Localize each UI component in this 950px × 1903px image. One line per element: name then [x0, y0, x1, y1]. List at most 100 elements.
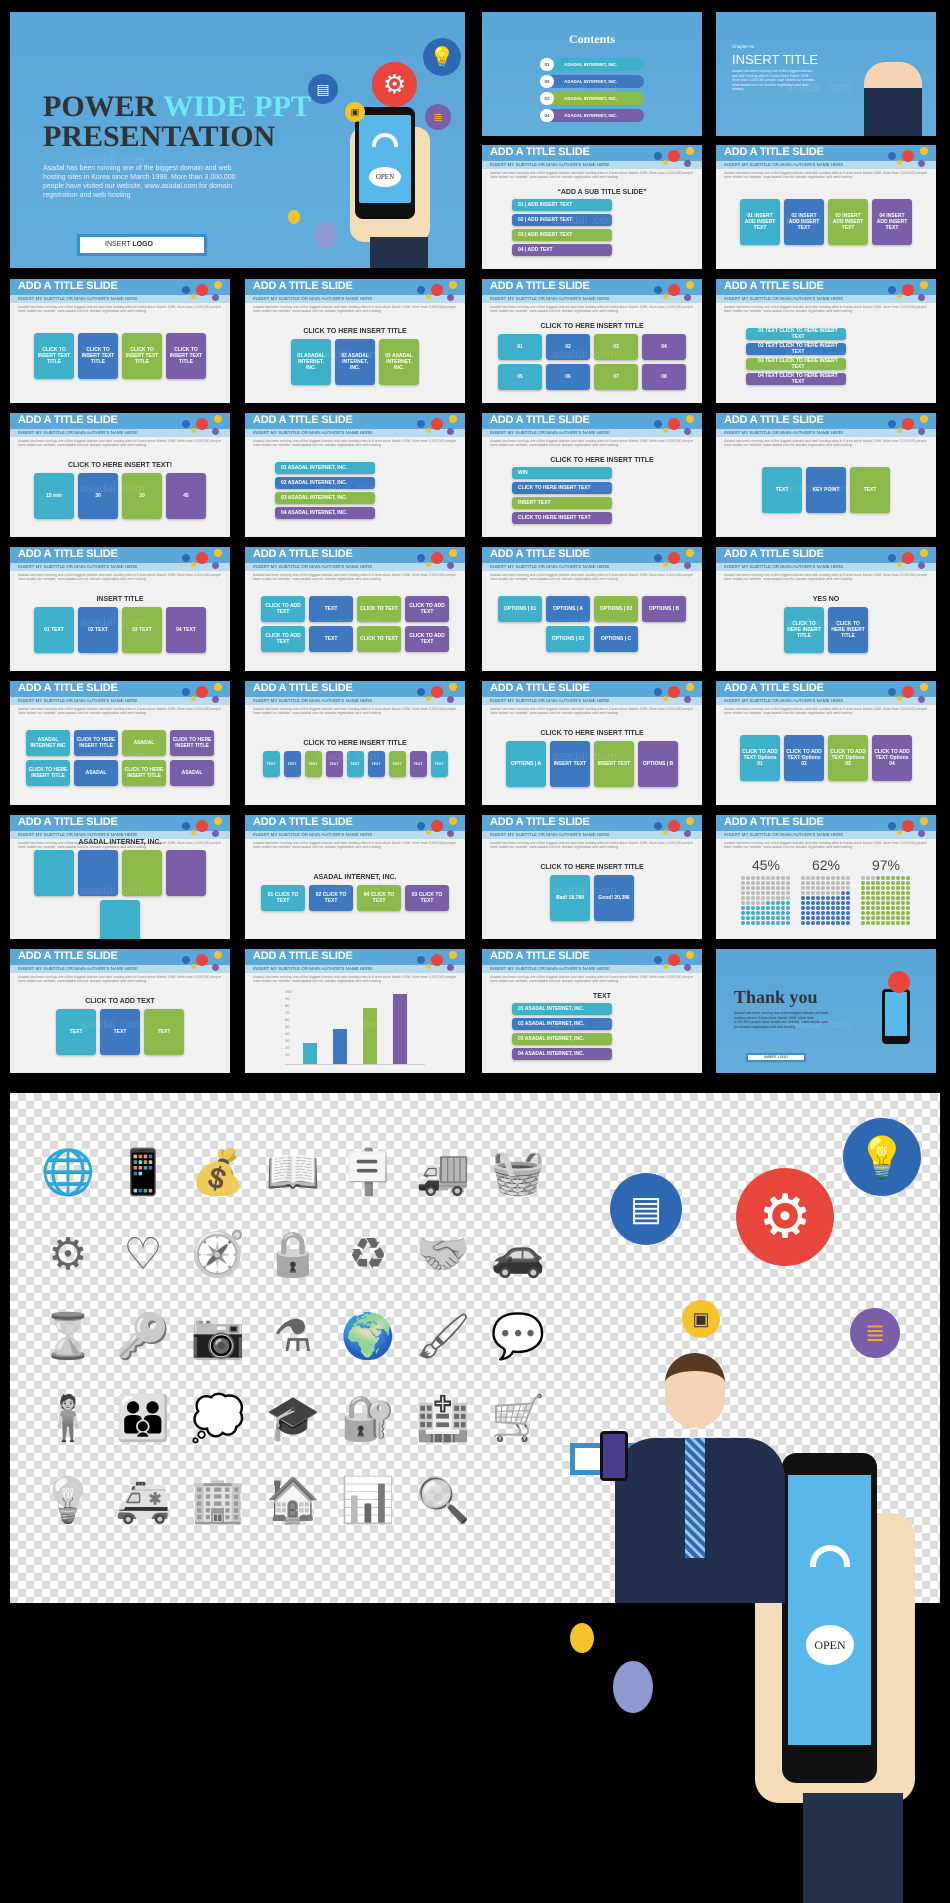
content-item[interactable]: Bad! 18,789 — [550, 874, 590, 921]
content-item[interactable]: 03 ASADAL INTERNET, INC. — [379, 338, 419, 385]
content-item[interactable]: 06 — [546, 363, 590, 390]
content-item[interactable]: 01 — [498, 333, 542, 360]
content-item[interactable]: Good! 20,396 — [594, 874, 634, 921]
content-item[interactable]: 30 — [78, 472, 118, 519]
content-item[interactable]: TEXT — [262, 750, 280, 777]
content-item[interactable]: CLICK TO ADD TEXT Options 03 — [828, 735, 868, 781]
content-item[interactable]: TEXT — [409, 750, 427, 777]
content-slide[interactable]: ADD A TITLE SLIDE INSERT MY SUBTITLE OR M… — [10, 413, 230, 537]
content-item[interactable]: 03 ASADAL INTERNET, INC. — [512, 1032, 612, 1045]
content-item[interactable]: 01 ASADAL INTERNET, INC. — [291, 338, 331, 385]
logo-box[interactable]: INSERT LOGO — [77, 234, 207, 256]
content-item[interactable]: 02 TEXT CLICK TO HERE INSERT TEXT — [746, 342, 846, 355]
content-item[interactable]: CLICK TO HERE INSERT TITLE — [74, 730, 118, 756]
content-item[interactable] — [78, 849, 118, 896]
content-item[interactable]: OPTIONS | 03 — [546, 626, 590, 652]
content-item[interactable]: 04 CLICK TO TEXT — [357, 884, 401, 911]
contents-slide[interactable]: Contents 01 ASADAL INTERNET, INC. 02 ASADAL … — [482, 12, 702, 136]
content-item[interactable]: 03 — [594, 333, 638, 360]
content-item[interactable]: INSERT TEXT — [550, 740, 590, 787]
content-item[interactable]: 01 | ADD INSERT TEXT — [512, 198, 612, 211]
content-item[interactable]: ASADAL INTERNET INC — [26, 730, 70, 756]
content-item[interactable]: TEXT — [850, 467, 890, 513]
contents-item[interactable]: 02 ASADAL INTERNET, INC. — [540, 75, 644, 88]
content-item[interactable]: TEXT — [56, 1008, 96, 1055]
content-item[interactable]: TEXT — [388, 750, 406, 777]
content-item[interactable]: TEXT — [430, 750, 448, 777]
content-item[interactable]: CLICK TO INSERT TEXT TITLE — [122, 333, 162, 379]
content-slide[interactable]: ADD A TITLE SLIDE INSERT MY SUBTITLE OR M… — [10, 815, 230, 939]
content-item[interactable]: 04 — [642, 333, 686, 360]
content-slide[interactable]: ADD A TITLE SLIDE INSERT MY SUBTITLE OR M… — [10, 949, 230, 1073]
content-item[interactable]: TEXT — [346, 750, 364, 777]
content-slide[interactable]: ADD A TITLE SLIDE INSERT MY SUBTITLE OR M… — [10, 279, 230, 403]
content-item[interactable]: 02 — [546, 333, 590, 360]
content-slide[interactable]: ADD A TITLE SLIDE INSERT MY SUBTITLE OR M… — [482, 815, 702, 939]
content-item[interactable] — [34, 849, 74, 896]
content-item[interactable]: ASADAL — [170, 760, 214, 786]
content-slide[interactable]: ADD A TITLE SLIDE INSERT MY SUBTITLE OR M… — [10, 681, 230, 805]
content-item[interactable]: TEXT — [100, 1008, 140, 1055]
content-item[interactable]: 01 ASADAL INTERNET, INC. — [512, 1002, 612, 1015]
content-slide[interactable]: ADD A TITLE SLIDE INSERT MY SUBTITLE OR M… — [245, 279, 465, 403]
content-slide[interactable]: ADD A TITLE SLIDE INSERT MY SUBTITLE OR M… — [245, 815, 465, 939]
content-item[interactable]: CLICK TO ADD TEXT — [405, 626, 449, 652]
content-item[interactable]: TEXT — [309, 596, 353, 622]
content-item[interactable]: TEXT — [762, 467, 802, 513]
content-item[interactable]: CLICK TO HERE INSERT TITLE — [122, 760, 166, 786]
content-slide[interactable]: ADD A TITLE SLIDE INSERT MY SUBTITLE OR M… — [716, 681, 936, 805]
content-item[interactable]: CLICK TO TEXT — [357, 596, 401, 622]
content-item[interactable]: 04 ASADAL INTERNET, INC. — [275, 506, 375, 519]
content-item[interactable]: 15 min — [34, 472, 74, 519]
content-item[interactable]: OPTIONS | 01 — [498, 596, 542, 622]
content-item[interactable]: 03 | ADD INSERT TEXT — [512, 228, 612, 241]
content-item[interactable]: 03 CLICK TO TEXT — [405, 884, 449, 911]
content-item[interactable]: KEY POINT — [806, 467, 846, 513]
content-item[interactable]: 08 — [642, 363, 686, 390]
content-item[interactable]: OPTIONS | C — [594, 626, 638, 652]
content-item[interactable]: INSERT TEXT — [594, 740, 634, 787]
content-item[interactable]: CLICK TO HERE INSERT TITLE — [784, 606, 824, 653]
content-item[interactable]: 03 ASADAL INTERNET, INC. — [275, 491, 375, 504]
content-slide[interactable]: ADD A TITLE SLIDE INSERT MY SUBTITLE OR M… — [716, 145, 936, 269]
content-item[interactable]: CLICK TO INSERT TEXT TITLE — [78, 333, 118, 379]
content-item[interactable]: 01 CLICK TO TEXT — [261, 884, 305, 911]
content-item[interactable]: OPTIONS | B — [642, 596, 686, 622]
content-item[interactable]: 02 | ADD INSERT TEXT — [512, 213, 612, 226]
content-item[interactable]: WIN — [512, 466, 612, 479]
content-item[interactable]: 03 TEXT CLICK TO HERE INSERT TEXT — [746, 357, 846, 370]
content-item[interactable]: 02 ASADAL INTERNET, INC. — [512, 1017, 612, 1030]
content-item[interactable]: 02 INSERT ADD INSERT TEXT — [784, 199, 824, 245]
content-item[interactable]: 20 — [122, 472, 162, 519]
content-item[interactable]: ASADAL — [74, 760, 118, 786]
contents-item[interactable]: 04 ASADAL INTERNET, INC. — [540, 109, 644, 122]
content-slide[interactable]: ADD A TITLE SLIDE INSERT MY SUBTITLE OR M… — [716, 815, 936, 939]
content-item[interactable]: 07 — [594, 363, 638, 390]
content-item[interactable]: 05 — [498, 363, 542, 390]
content-item[interactable]: CLICK TO HERE INSERT TITLE — [170, 730, 214, 756]
content-item[interactable] — [122, 849, 162, 896]
content-item[interactable]: 04 INSERT ADD INSERT TEXT — [872, 199, 912, 245]
content-item[interactable]: 03 INSERT ADD INSERT TEXT — [828, 199, 868, 245]
content-slide[interactable]: ADD A TITLE SLIDE INSERT MY SUBTITLE OR M… — [482, 949, 702, 1073]
content-item[interactable]: 45 — [166, 472, 206, 519]
content-item[interactable]: CLICK TO ADD TEXT — [405, 596, 449, 622]
content-item[interactable]: CLICK TO HERE INSERT TITLE — [828, 606, 868, 653]
content-item[interactable]: OPTIONS | 02 — [594, 596, 638, 622]
content-slide[interactable]: ADD A TITLE SLIDE INSERT MY SUBTITLE OR M… — [482, 413, 702, 537]
content-slide[interactable]: ADD A TITLE SLIDE INSERT MY SUBTITLE OR M… — [716, 413, 936, 537]
content-slide[interactable]: ADD A TITLE SLIDE INSERT MY SUBTITLE OR M… — [245, 413, 465, 537]
content-slide[interactable]: ADD A TITLE SLIDE INSERT MY SUBTITLE OR M… — [482, 681, 702, 805]
content-item[interactable]: 04 ASADAL INTERNET, INC. — [512, 1047, 612, 1060]
content-slide[interactable]: ADD A TITLE SLIDE INSERT MY SUBTITLE OR M… — [716, 279, 936, 403]
thank-you-slide[interactable]: Thank you Asadal has been running one of … — [716, 949, 936, 1073]
content-item[interactable]: TEXT — [325, 750, 343, 777]
content-item[interactable]: CLICK TO INSERT TEXT TITLE — [34, 333, 74, 379]
chapter-slide[interactable]: Chapter 01 INSERT TITLE Asadal has been ru… — [716, 12, 936, 136]
content-item[interactable]: 02 CLICK TO TEXT — [309, 884, 353, 911]
content-item[interactable]: CLICK TO ADD TEXT — [261, 626, 305, 652]
content-item[interactable]: 01 ASADAL INTERNET, INC. — [275, 461, 375, 474]
content-item[interactable]: OPTIONS | B — [638, 740, 678, 787]
content-item[interactable]: 04 TEXT CLICK TO HERE INSERT TEXT — [746, 372, 846, 385]
content-item[interactable]: CLICK TO ADD TEXT Options 02 — [784, 735, 824, 781]
